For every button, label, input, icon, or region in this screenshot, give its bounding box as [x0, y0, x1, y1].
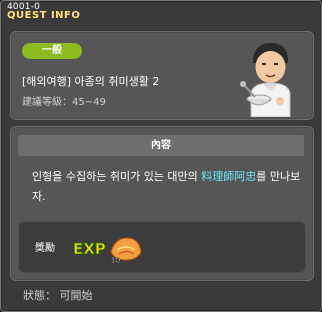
quest-status: 狀態： 可開始 — [23, 289, 93, 302]
reward-count: 30 — [110, 256, 120, 264]
quest-header-panel: 一般 [해외여행] 아종의 취미생활 2 建議等級：45~49 — [10, 31, 314, 120]
svg-text:EXP: EXP — [73, 240, 106, 258]
reward-label: 獎勵 — [35, 243, 55, 254]
quest-category-badge: 一般 — [22, 43, 82, 59]
npc-name-link[interactable]: 料理師阿忠 — [201, 170, 256, 183]
npc-chef-portrait — [240, 43, 291, 117]
quest-level: 建議等級：45~49 — [22, 97, 106, 108]
quest-content-panel: 內容 인형을 수집하는 취미가 있는 대만의 料理師阿忠를 만나보자. 獎勵 E… — [10, 126, 314, 281]
reward-box: 獎勵 EXP 30 — [18, 221, 306, 273]
window-title: QUEST INFO — [7, 10, 81, 21]
desc-text-1: 인형을 수집하는 취미가 있는 대만의 — [32, 170, 202, 183]
exp-icon[interactable]: EXP 30 — [71, 230, 143, 264]
quest-name: [해외여행] 아종의 취미생활 2 — [22, 75, 160, 88]
quest-description: 인형을 수집하는 취미가 있는 대만의 料理師阿忠를 만나보자. — [32, 167, 304, 207]
content-header: 內容 — [18, 135, 304, 156]
quest-info-window: 4001-0 QUEST INFO 一般 [해외여행] 아종의 취미생활 2 建… — [0, 0, 322, 312]
